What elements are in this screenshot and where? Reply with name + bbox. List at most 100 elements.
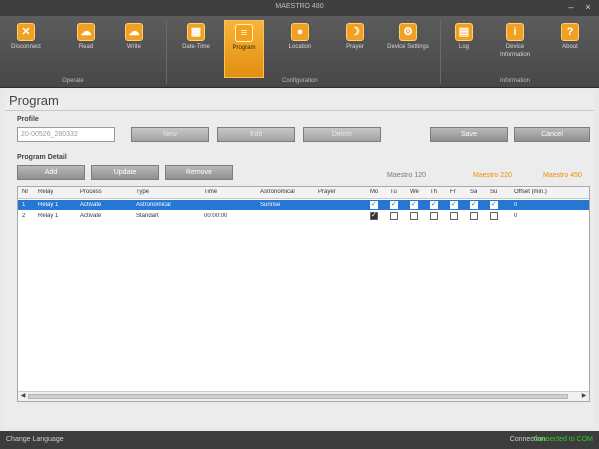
cell-relay: Relay 1 bbox=[38, 213, 59, 219]
header-astronomical: Astronomical bbox=[260, 189, 295, 195]
prayer-button[interactable]: ☽ Prayer bbox=[335, 20, 375, 78]
day-checkbox[interactable] bbox=[430, 212, 438, 220]
header-offset: Offset (min.) bbox=[514, 189, 547, 195]
window-title: MAESTRO 480 bbox=[275, 3, 324, 10]
day-checkbox[interactable] bbox=[410, 200, 418, 209]
device-information-button[interactable]: i Device Information bbox=[490, 20, 540, 78]
day-checkbox[interactable] bbox=[390, 200, 398, 209]
scroll-left-icon[interactable]: ◀ bbox=[19, 393, 27, 400]
date-time-button[interactable]: ▦ Date-Time bbox=[176, 20, 216, 78]
day-checkbox[interactable] bbox=[490, 200, 498, 209]
scroll-right-icon[interactable]: ▶ bbox=[580, 393, 588, 400]
cell-time: 00:00:00 bbox=[204, 213, 228, 219]
header-nr: Nr bbox=[22, 189, 29, 195]
cancel-button[interactable]: Cancel bbox=[514, 127, 590, 142]
cell-offset: 0 bbox=[514, 202, 518, 208]
header-relay: Relay bbox=[38, 189, 54, 195]
program-button[interactable]: ≡ Program bbox=[224, 20, 264, 78]
delete-profile-button[interactable]: Delete bbox=[303, 127, 381, 142]
edit-profile-button[interactable]: Edit bbox=[217, 127, 295, 142]
program-panel: Program Profile New Edit Delete Save Can… bbox=[5, 90, 594, 428]
disconnect-label: Disconnect bbox=[11, 44, 41, 50]
horizontal-scrollbar[interactable]: ◀ ▶ bbox=[18, 391, 589, 401]
title-bar: MAESTRO 480 – × bbox=[0, 0, 599, 16]
minimize-button[interactable]: – bbox=[565, 1, 577, 14]
new-profile-button[interactable]: New bbox=[131, 127, 209, 142]
page-title: Program bbox=[9, 93, 59, 108]
day-checkbox[interactable] bbox=[370, 211, 378, 220]
profile-field[interactable] bbox=[17, 127, 115, 142]
table-header: Nr Relay Process Type Time Astronomical … bbox=[18, 187, 589, 199]
location-icon: ● bbox=[291, 23, 309, 41]
table-row[interactable]: 2 Relay 1 Activate Standart 00:00:00 0 bbox=[18, 211, 589, 221]
write-button[interactable]: ☁ Write bbox=[114, 20, 154, 78]
about-label: About bbox=[562, 44, 578, 50]
cell-nr: 1 bbox=[22, 202, 26, 208]
log-button[interactable]: ▤ Log bbox=[446, 20, 482, 78]
write-label: Write bbox=[127, 44, 141, 50]
cell-type: Astronomical bbox=[136, 202, 171, 208]
day-checkbox[interactable] bbox=[410, 212, 418, 220]
save-button[interactable]: Save bbox=[430, 127, 508, 142]
day-checkbox[interactable] bbox=[470, 200, 478, 209]
header-process: Process bbox=[80, 189, 102, 195]
group-separator bbox=[440, 20, 441, 84]
model-label-120: Maestro 120 bbox=[387, 172, 426, 179]
date-time-label: Date-Time bbox=[182, 44, 210, 50]
ribbon-toolbar: ✕ Disconnect ☁ Read ☁ Write Operate ▦ Da… bbox=[0, 16, 599, 88]
table-row[interactable]: 1 Relay 1 Activate Astronomical Sunrise 0 bbox=[18, 200, 589, 210]
divider bbox=[5, 110, 594, 111]
cell-process: Activate bbox=[80, 213, 102, 219]
header-tu: Tu bbox=[390, 189, 397, 195]
group-separator bbox=[166, 20, 167, 84]
cloud-download-icon: ☁ bbox=[77, 23, 95, 41]
program-table: Nr Relay Process Type Time Astronomical … bbox=[17, 186, 590, 402]
x-icon: ✕ bbox=[17, 23, 35, 41]
connection-status: Connected to COM bbox=[533, 436, 593, 443]
device-settings-button[interactable]: ⚙ Device Settings bbox=[385, 20, 431, 78]
location-button[interactable]: ● Location bbox=[280, 20, 320, 78]
about-icon: ? bbox=[561, 23, 579, 41]
read-label: Read bbox=[78, 44, 94, 50]
group-label-operate: Operate bbox=[62, 78, 84, 84]
device-settings-label: Device Settings bbox=[387, 44, 429, 50]
program-detail-label: Program Detail bbox=[17, 154, 67, 161]
program-label: Program bbox=[232, 45, 256, 51]
cell-astro: Sunrise bbox=[260, 202, 281, 208]
prayer-icon: ☽ bbox=[346, 23, 364, 41]
day-checkbox[interactable] bbox=[450, 212, 458, 220]
cell-nr: 2 bbox=[22, 213, 26, 219]
header-sa: Sa bbox=[470, 189, 478, 195]
day-checkbox[interactable] bbox=[470, 212, 478, 220]
day-checkbox[interactable] bbox=[390, 212, 398, 220]
disconnect-button[interactable]: ✕ Disconnect bbox=[6, 20, 46, 78]
remove-button[interactable]: Remove bbox=[165, 165, 233, 180]
close-button[interactable]: × bbox=[582, 1, 594, 14]
day-checkbox[interactable] bbox=[370, 200, 378, 209]
about-button[interactable]: ? About bbox=[550, 20, 590, 78]
model-label-450: Maestro 450 bbox=[543, 172, 582, 179]
day-checkbox[interactable] bbox=[490, 212, 498, 220]
read-button[interactable]: ☁ Read bbox=[66, 20, 106, 78]
prayer-label: Prayer bbox=[346, 44, 364, 50]
group-label-information: Information bbox=[500, 78, 531, 84]
cell-offset: 0 bbox=[514, 213, 518, 219]
change-language-link[interactable]: Change Language bbox=[6, 436, 64, 443]
scrollbar-thumb[interactable] bbox=[28, 394, 568, 399]
cloud-upload-icon: ☁ bbox=[125, 23, 143, 41]
add-button[interactable]: Add bbox=[17, 165, 85, 180]
model-label-220: Maestro 220 bbox=[473, 172, 512, 179]
info-icon: i bbox=[506, 23, 524, 41]
header-prayer: Prayer bbox=[318, 189, 336, 195]
group-label-configuration: Configuration bbox=[282, 78, 318, 84]
gear-icon: ⚙ bbox=[399, 23, 417, 41]
day-checkbox[interactable] bbox=[450, 200, 458, 209]
cell-type: Standart bbox=[136, 213, 159, 219]
header-su: Su bbox=[490, 189, 498, 195]
program-icon: ≡ bbox=[235, 24, 253, 42]
update-button[interactable]: Update bbox=[91, 165, 159, 180]
log-icon: ▤ bbox=[455, 23, 473, 41]
location-label: Location bbox=[288, 44, 312, 50]
device-information-label: Device Information bbox=[499, 44, 530, 58]
day-checkbox[interactable] bbox=[430, 200, 438, 209]
